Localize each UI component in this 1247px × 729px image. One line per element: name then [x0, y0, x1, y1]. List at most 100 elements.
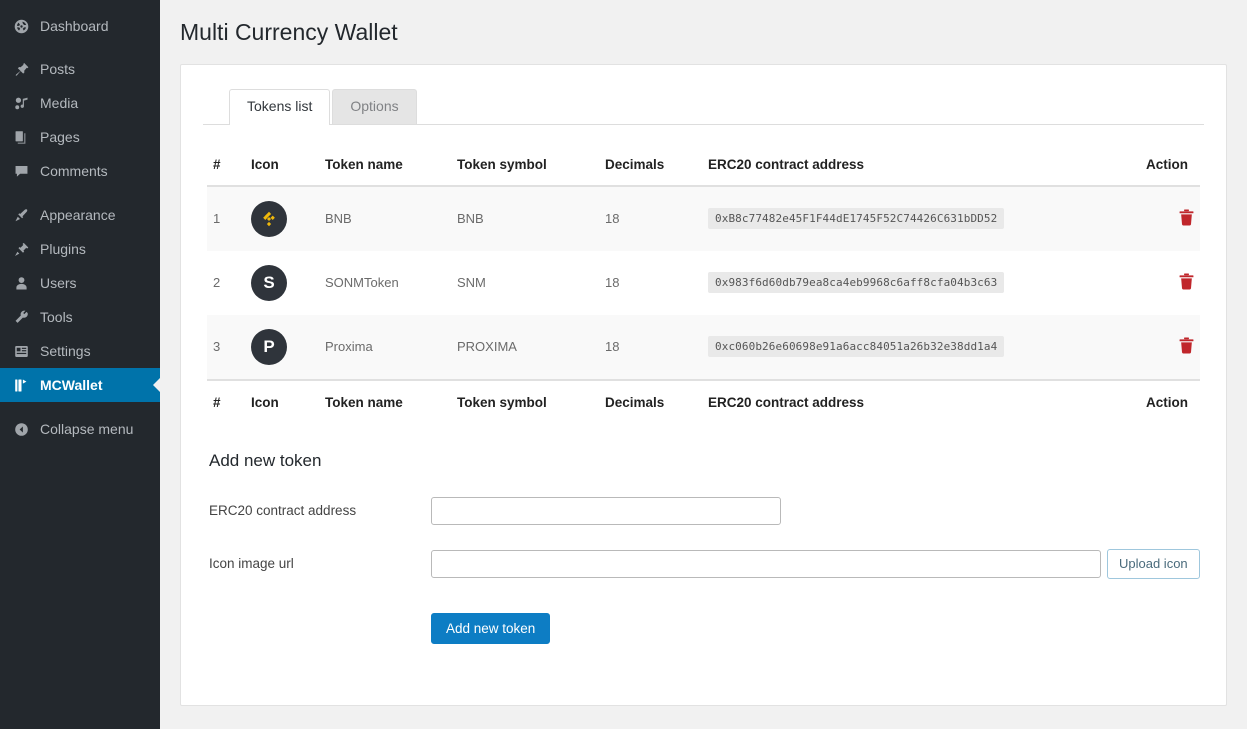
cell-action	[1140, 315, 1200, 380]
binance-diamond-icon	[258, 208, 280, 230]
form-row-contract-address: ERC20 contract address	[209, 497, 1200, 525]
footer-header-icon: Icon	[245, 380, 319, 423]
column-header-number: #	[207, 147, 245, 186]
cell-token-symbol: SNM	[451, 251, 599, 315]
form-heading: Add new token	[209, 451, 1200, 471]
page-title: Multi Currency Wallet	[180, 0, 1227, 64]
cell-icon	[245, 186, 319, 251]
delete-icon[interactable]	[1179, 209, 1194, 226]
cell-icon: S	[245, 251, 319, 315]
upload-icon-button[interactable]: Upload icon	[1107, 549, 1200, 579]
footer-header-number: #	[207, 380, 245, 423]
token-letter-icon: P	[251, 329, 287, 365]
bnb-logo-icon	[251, 201, 287, 237]
column-header-action: Action	[1140, 147, 1200, 186]
add-new-token-button[interactable]: Add new token	[431, 613, 550, 644]
footer-header-token-symbol: Token symbol	[451, 380, 599, 423]
tab-tokens-list[interactable]: Tokens list	[229, 89, 330, 125]
sidebar-item-label: Pages	[40, 130, 80, 144]
cell-token-symbol: PROXIMA	[451, 315, 599, 380]
cell-token-name: Proxima	[319, 315, 451, 380]
cell-token-symbol: BNB	[451, 186, 599, 251]
sidebar-item-posts[interactable]: Posts	[0, 52, 160, 86]
tokens-table-head: # Icon Token name Token symbol Decimals …	[207, 147, 1200, 186]
cell-address: 0xB8c77482e45F1F44dE1745F52C74426C631bDD…	[702, 186, 1140, 251]
cell-action	[1140, 251, 1200, 315]
contract-address-chip: 0xB8c77482e45F1F44dE1745F52C74426C631bDD…	[708, 208, 1004, 229]
content-card: Tokens list Options # Icon Token name To…	[180, 64, 1227, 706]
token-letter-icon: S	[251, 265, 287, 301]
cell-address: 0xc060b26e60698e91a6acc84051a26b32e38dd1…	[702, 315, 1140, 380]
footer-header-token-name: Token name	[319, 380, 451, 423]
contract-address-input[interactable]	[431, 497, 781, 525]
table-header-row: # Icon Token name Token symbol Decimals …	[207, 147, 1200, 186]
sidebar-item-label: Settings	[40, 344, 91, 358]
sidebar-item-comments[interactable]: Comments	[0, 154, 160, 188]
brush-icon	[11, 205, 31, 225]
sidebar-group-spacer-2	[0, 188, 160, 198]
tokens-table-body: 1	[207, 186, 1200, 380]
pin-icon	[11, 59, 31, 79]
admin-sidebar: Dashboard Posts Media	[0, 0, 160, 729]
sidebar-collapse-label: Collapse menu	[40, 422, 133, 436]
table-footer-row: # Icon Token name Token symbol Decimals …	[207, 380, 1200, 423]
sidebar-item-mcwallet[interactable]: MCWallet	[0, 368, 160, 402]
tokens-table-wrapper: # Icon Token name Token symbol Decimals …	[203, 125, 1204, 423]
sidebar-item-pages[interactable]: Pages	[0, 120, 160, 154]
sidebar-top-spacer	[0, 0, 160, 9]
column-header-address: ERC20 contract address	[702, 147, 1140, 186]
label-contract-address: ERC20 contract address	[209, 503, 431, 518]
cell-number: 1	[207, 186, 245, 251]
sidebar-item-settings[interactable]: Settings	[0, 334, 160, 368]
delete-icon[interactable]	[1179, 337, 1194, 354]
add-token-form: Add new token ERC20 contract address Ico…	[203, 423, 1204, 644]
sidebar-item-dashboard[interactable]: Dashboard	[0, 9, 160, 43]
cell-action	[1140, 186, 1200, 251]
tokens-table: # Icon Token name Token symbol Decimals …	[207, 147, 1200, 423]
sidebar-item-label: Users	[40, 276, 77, 290]
sidebar-item-tools[interactable]: Tools	[0, 300, 160, 334]
cell-number: 2	[207, 251, 245, 315]
sidebar-item-media[interactable]: Media	[0, 86, 160, 120]
sidebar-item-appearance[interactable]: Appearance	[0, 198, 160, 232]
sidebar-item-label: MCWallet	[40, 378, 102, 392]
settings-icon	[11, 341, 31, 361]
comment-icon	[11, 161, 31, 181]
sidebar-item-label: Posts	[40, 62, 75, 76]
table-row: 2 S SONMToken SNM 18 0x983f6d60db79ea8ca…	[207, 251, 1200, 315]
tab-options[interactable]: Options	[332, 89, 416, 124]
wallet-icon	[11, 375, 31, 395]
contract-address-chip: 0xc060b26e60698e91a6acc84051a26b32e38dd1…	[708, 336, 1004, 357]
tab-bar: Tokens list Options	[203, 91, 1204, 125]
cell-decimals: 18	[599, 315, 702, 380]
footer-header-decimals: Decimals	[599, 380, 702, 423]
delete-icon[interactable]	[1179, 273, 1194, 290]
table-row: 3 P Proxima PROXIMA 18 0xc060b26e60698e9…	[207, 315, 1200, 380]
sidebar-item-plugins[interactable]: Plugins	[0, 232, 160, 266]
wrench-icon	[11, 307, 31, 327]
column-header-decimals: Decimals	[599, 147, 702, 186]
icon-image-url-input[interactable]	[431, 550, 1101, 578]
form-submit-row: Add new token	[209, 613, 1200, 644]
contract-address-chip: 0x983f6d60db79ea8ca4eb9968c6aff8cfa04b3c…	[708, 272, 1004, 293]
sidebar-item-label: Media	[40, 96, 78, 110]
tokens-table-foot: # Icon Token name Token symbol Decimals …	[207, 380, 1200, 423]
plug-icon	[11, 239, 31, 259]
sidebar-item-label: Appearance	[40, 208, 116, 222]
active-indicator-arrow	[153, 377, 160, 393]
sidebar-item-label: Comments	[40, 164, 108, 178]
cell-decimals: 18	[599, 251, 702, 315]
sidebar-item-users[interactable]: Users	[0, 266, 160, 300]
cell-number: 3	[207, 315, 245, 380]
table-row: 1	[207, 186, 1200, 251]
media-icon	[11, 93, 31, 113]
label-icon-image-url: Icon image url	[209, 556, 431, 571]
cell-icon: P	[245, 315, 319, 380]
sidebar-collapse-menu[interactable]: Collapse menu	[0, 412, 160, 446]
form-row-icon-url: Icon image url Upload icon	[209, 549, 1200, 579]
admin-page: Dashboard Posts Media	[0, 0, 1247, 729]
sidebar-item-label: Dashboard	[40, 19, 109, 33]
user-icon	[11, 273, 31, 293]
footer-header-address: ERC20 contract address	[702, 380, 1140, 423]
sidebar-group-spacer-3	[0, 402, 160, 412]
